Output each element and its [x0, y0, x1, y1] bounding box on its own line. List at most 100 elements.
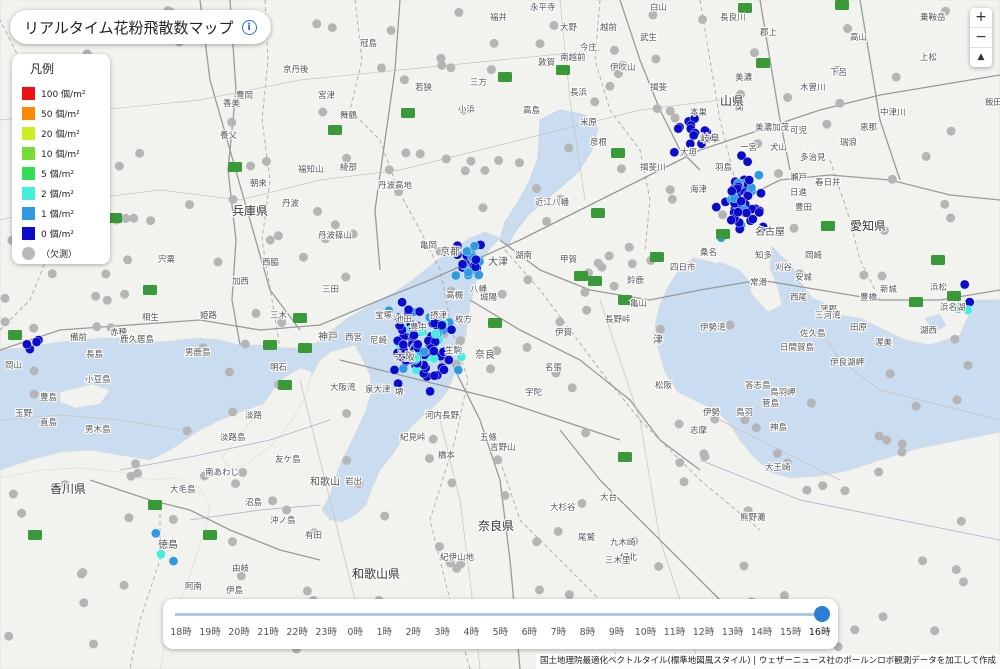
missing-station[interactable] [299, 252, 308, 262]
pollen-station[interactable] [754, 170, 764, 180]
missing-station[interactable] [956, 516, 966, 526]
missing-station[interactable] [489, 38, 499, 48]
missing-station[interactable] [580, 287, 590, 297]
missing-station[interactable] [959, 577, 968, 587]
missing-station[interactable] [930, 626, 940, 636]
timeline-tick[interactable]: 3時 [428, 624, 456, 638]
missing-station[interactable] [121, 213, 131, 223]
missing-station[interactable] [182, 426, 192, 436]
missing-station[interactable] [342, 153, 352, 163]
missing-station[interactable] [76, 569, 86, 579]
missing-station[interactable] [313, 206, 323, 216]
missing-station[interactable] [434, 542, 444, 552]
timeline-tick[interactable]: 9時 [602, 624, 630, 638]
missing-station[interactable] [750, 48, 759, 58]
missing-station[interactable] [654, 562, 664, 571]
missing-station[interactable] [246, 161, 255, 171]
missing-station[interactable] [380, 511, 390, 521]
missing-station[interactable] [651, 54, 661, 64]
missing-station[interactable] [802, 485, 812, 495]
missing-station[interactable] [564, 143, 574, 153]
missing-station[interactable] [330, 220, 340, 230]
timeline-handle[interactable] [814, 606, 830, 622]
missing-station[interactable] [514, 158, 524, 168]
missing-station[interactable] [718, 210, 728, 220]
missing-station[interactable] [885, 369, 895, 379]
missing-station[interactable] [497, 289, 507, 299]
pollen-station[interactable] [412, 339, 423, 350]
missing-station[interactable] [79, 598, 89, 608]
timeline-tick[interactable]: 7時 [544, 624, 572, 638]
missing-station[interactable] [674, 419, 684, 429]
missing-station[interactable] [480, 165, 490, 175]
missing-station[interactable] [29, 389, 39, 399]
missing-station[interactable] [29, 323, 39, 333]
missing-station[interactable] [4, 631, 14, 641]
missing-station[interactable] [950, 334, 960, 344]
pollen-station[interactable] [425, 386, 435, 397]
missing-station[interactable] [590, 97, 600, 107]
pollen-station[interactable] [397, 297, 407, 308]
missing-station[interactable] [101, 269, 111, 279]
pollen-station[interactable] [469, 241, 480, 251]
missing-station[interactable] [567, 383, 577, 393]
missing-station[interactable] [399, 75, 409, 85]
missing-station[interactable] [89, 639, 98, 649]
pollen-station[interactable] [688, 130, 699, 141]
missing-station[interactable] [238, 467, 248, 477]
pollen-station[interactable] [437, 320, 447, 331]
timeline-tick[interactable]: 21時 [254, 624, 282, 638]
missing-station[interactable] [532, 537, 542, 547]
info-icon[interactable]: i [241, 19, 257, 35]
timeline-track[interactable] [175, 613, 824, 616]
pollen-station[interactable] [457, 259, 468, 270]
timeline-tick[interactable]: 14時 [748, 624, 776, 638]
missing-station[interactable] [911, 401, 921, 411]
pollen-station[interactable] [168, 556, 179, 566]
timeline-tick[interactable]: 12時 [690, 624, 718, 638]
missing-station[interactable] [102, 295, 112, 305]
pollen-station[interactable] [439, 364, 449, 375]
timeline-tick[interactable]: 22時 [283, 624, 311, 638]
missing-station[interactable] [951, 565, 961, 575]
missing-station[interactable] [604, 251, 614, 261]
missing-station[interactable] [609, 45, 619, 55]
timeline-tick[interactable]: 8時 [573, 624, 601, 638]
missing-station[interactable] [460, 166, 470, 176]
missing-station[interactable] [624, 242, 634, 252]
missing-station[interactable] [415, 149, 425, 159]
missing-station[interactable] [135, 148, 145, 158]
missing-station[interactable] [261, 157, 271, 166]
pollen-station[interactable] [742, 156, 753, 167]
pollen-station[interactable] [711, 202, 722, 212]
missing-station[interactable] [850, 625, 860, 635]
missing-station[interactable] [342, 409, 352, 418]
missing-station[interactable] [251, 308, 261, 318]
missing-station[interactable] [553, 527, 563, 536]
missing-station[interactable] [282, 505, 292, 515]
missing-station[interactable] [725, 320, 735, 330]
pollen-station[interactable] [419, 346, 430, 357]
missing-station[interactable] [224, 367, 234, 377]
missing-station[interactable] [500, 491, 510, 500]
timeline-tick[interactable]: 13時 [719, 624, 747, 638]
missing-station[interactable] [818, 481, 828, 491]
missing-station[interactable] [874, 467, 884, 477]
missing-station[interactable] [627, 259, 637, 269]
missing-station[interactable] [131, 459, 140, 469]
missing-station[interactable] [549, 20, 559, 30]
missing-station[interactable] [840, 486, 850, 496]
pollen-station[interactable] [22, 339, 32, 350]
timeline-tick[interactable]: 16時 [806, 624, 834, 638]
pollen-station[interactable] [736, 196, 747, 206]
missing-station[interactable] [835, 98, 845, 108]
missing-station[interactable] [47, 269, 57, 279]
missing-station[interactable] [456, 336, 465, 346]
missing-station[interactable] [535, 39, 545, 49]
timeline-tick[interactable]: 15時 [777, 624, 805, 638]
pollen-station[interactable] [403, 304, 414, 315]
missing-station[interactable] [952, 395, 962, 405]
pollen-station[interactable] [673, 123, 684, 134]
missing-station[interactable] [679, 477, 689, 487]
missing-station[interactable] [581, 428, 591, 438]
